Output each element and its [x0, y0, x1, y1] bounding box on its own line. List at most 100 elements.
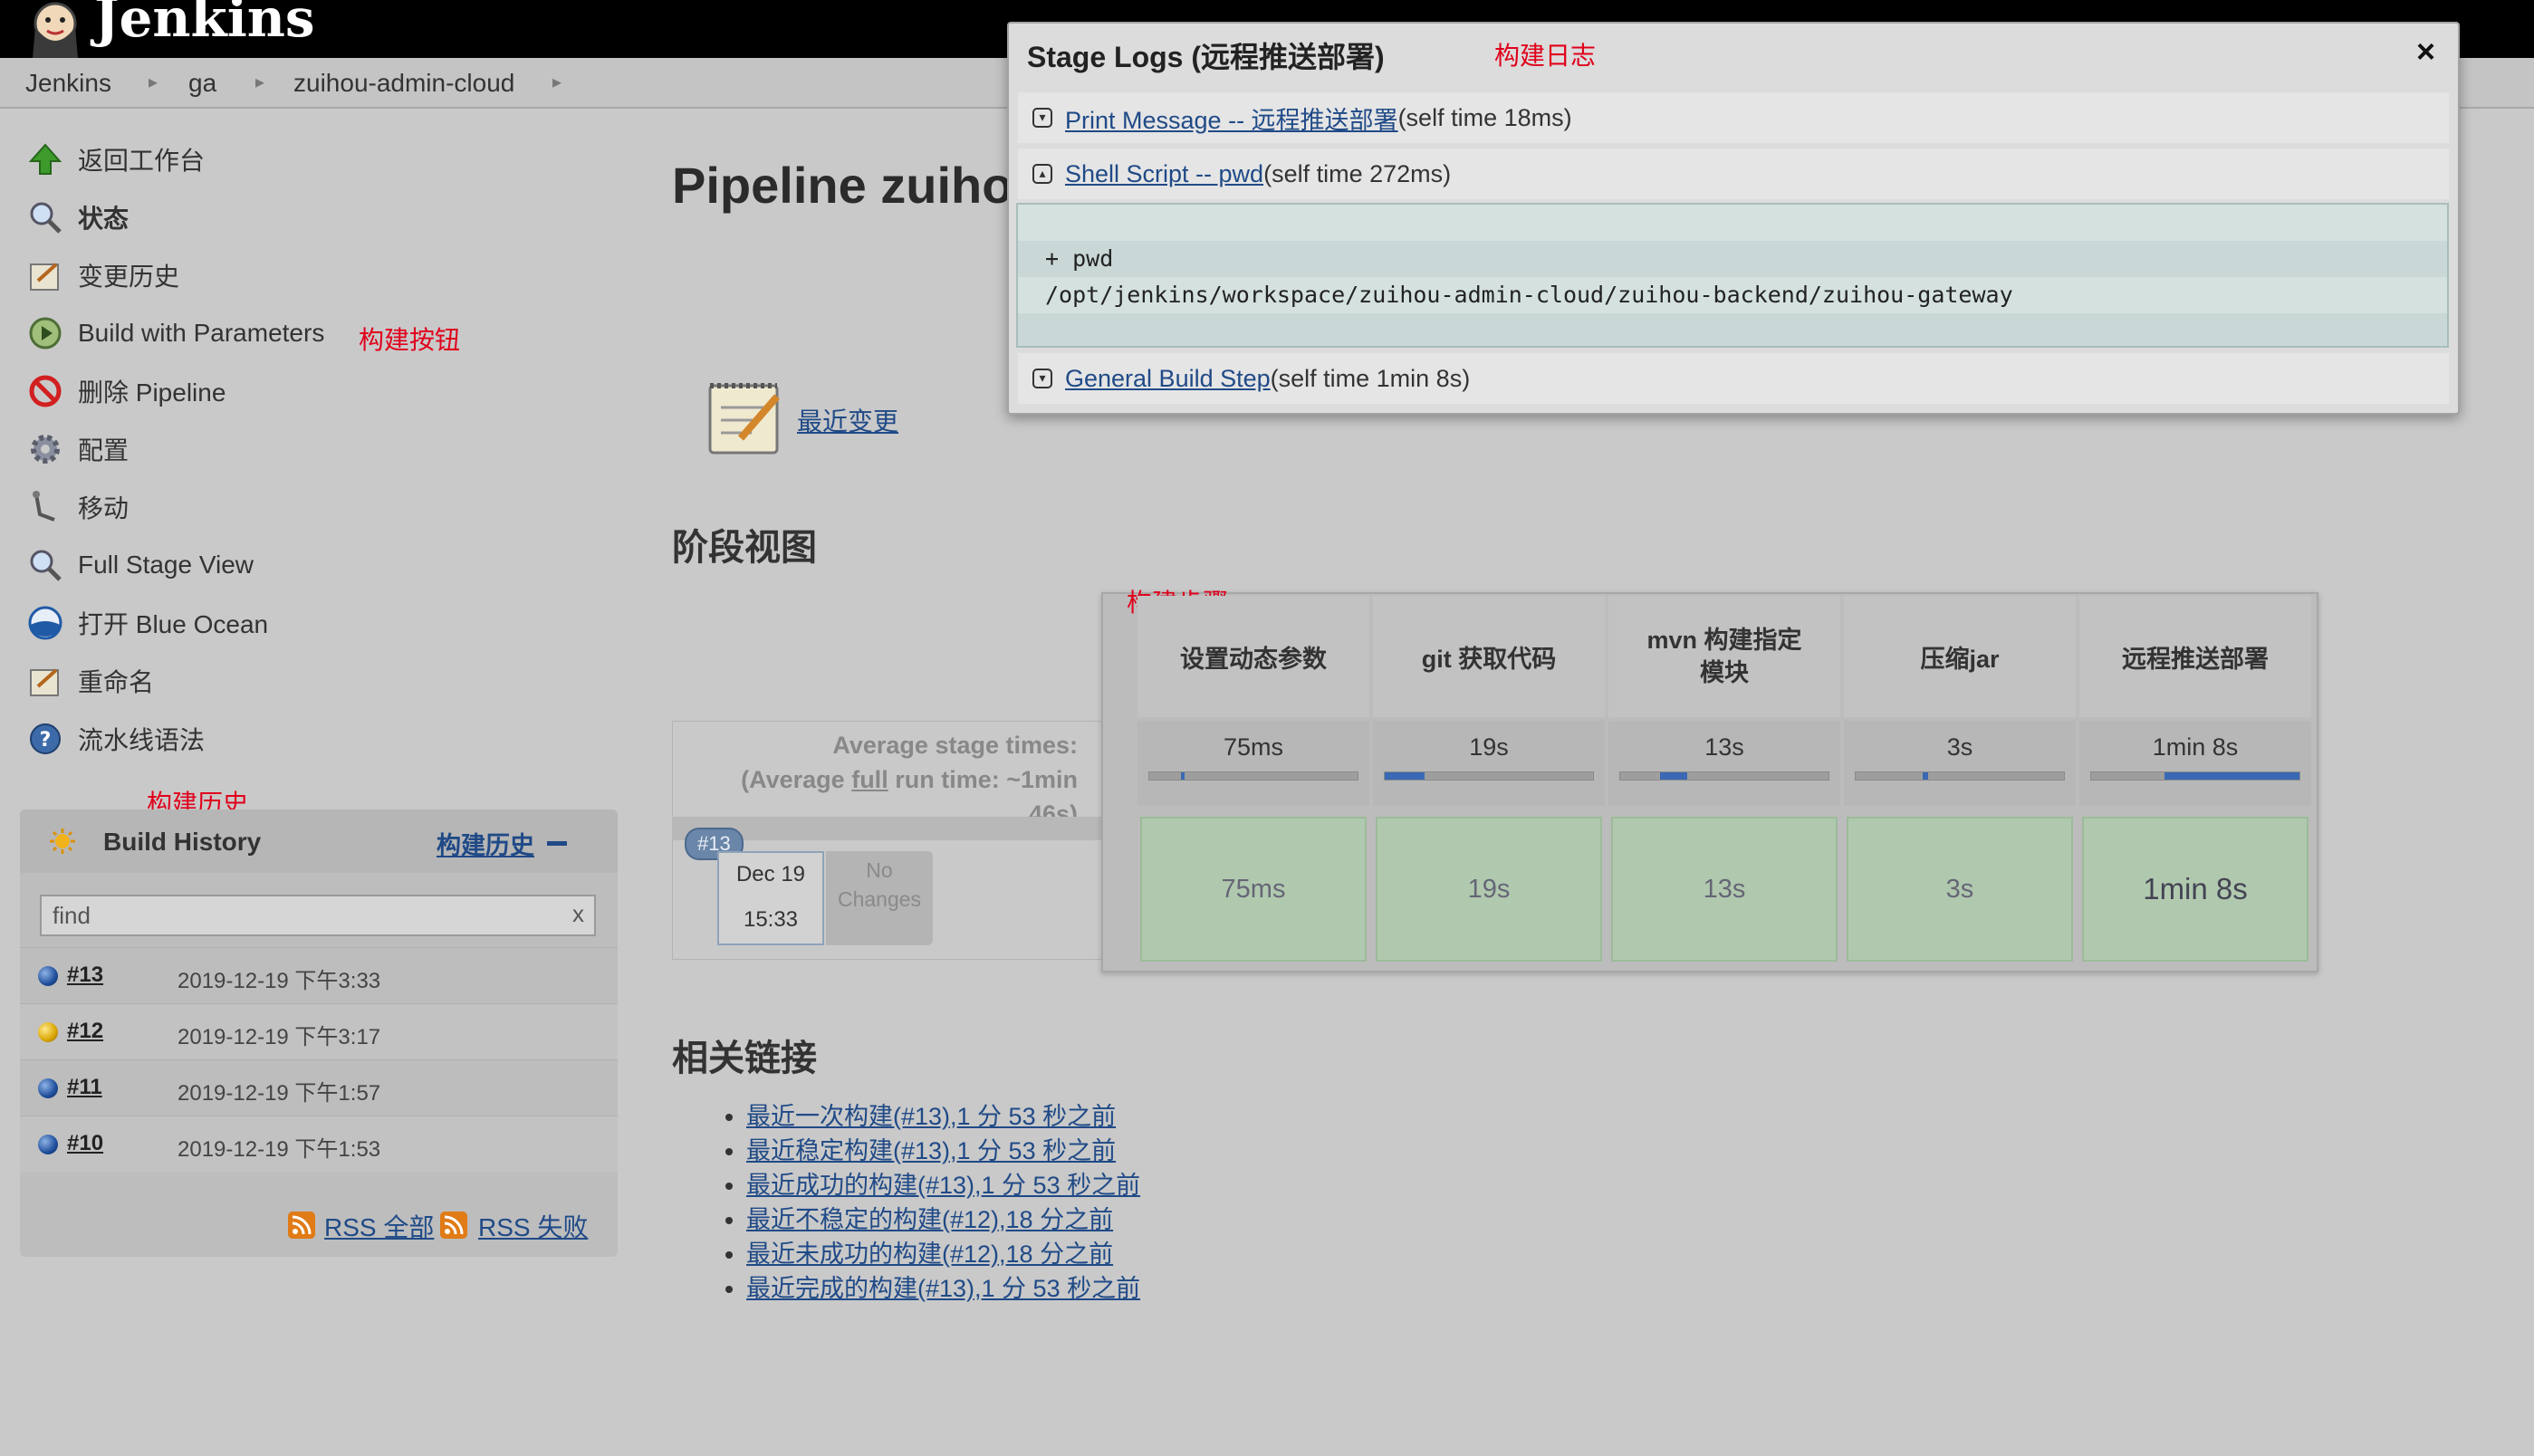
build-time: 2019-12-19 下午1:53 — [178, 1137, 381, 1162]
app-title[interactable]: Jenkins — [94, 0, 315, 49]
log-step-time: (self time 1min 8s) — [1270, 364, 1471, 392]
related-links-list: 最近一次构建(#13),1 分 53 秒之前 最近稳定构建(#13),1 分 5… — [710, 1099, 1140, 1306]
build-search-input[interactable]: find — [40, 895, 596, 936]
build-row[interactable]: #13 2019-12-19 下午3:33 — [20, 947, 618, 1004]
stage-cell[interactable]: 19s — [1376, 817, 1602, 962]
sidebar-item-blue-ocean[interactable]: 打开 Blue Ocean — [25, 598, 268, 648]
full-run-link[interactable]: full — [851, 766, 888, 793]
close-icon[interactable]: × — [2416, 33, 2435, 71]
build-history-trend-link[interactable]: 构建历史 — [437, 826, 534, 861]
breadcrumb-chevron-icon[interactable]: ▸ — [149, 71, 158, 93]
console-output[interactable]: + pwd /opt/jenkins/workspace/zuihou-admi… — [1016, 203, 2449, 348]
collapse-icon[interactable] — [547, 841, 567, 846]
recent-changes-link[interactable]: 最近变更 — [797, 402, 898, 438]
stage-avg-time: 75ms — [1137, 721, 1369, 806]
sidebar-item-label: 打开 Blue Ocean — [78, 610, 269, 638]
page-title: Pipeline zuiho — [672, 157, 1013, 214]
sidebar-item-back-dashboard[interactable]: 返回工作台 — [25, 134, 205, 185]
breadcrumb-chevron-icon[interactable]: ▸ — [255, 71, 264, 93]
list-item: 最近未成功的构建(#12),18 分之前 — [746, 1237, 1140, 1271]
stage-cell[interactable]: 3s — [1847, 817, 2073, 962]
sidebar-item-label: 状态 — [78, 205, 130, 233]
build-history-title: Build History — [103, 828, 262, 856]
build-number-link[interactable]: #11 — [67, 1075, 102, 1100]
sidebar-item-delete-pipeline[interactable]: 删除 Pipeline — [25, 366, 226, 417]
build-number-link[interactable]: #12 — [67, 1019, 103, 1044]
expand-toggle-icon[interactable]: ▾ — [1032, 369, 1052, 388]
build-number-link[interactable]: #13 — [67, 963, 103, 988]
stage-progress-bar — [1619, 771, 1829, 781]
build-row[interactable]: #12 2019-12-19 下午3:17 — [20, 1003, 618, 1060]
sidebar-item-status[interactable]: 状态 — [25, 192, 129, 243]
log-step-link[interactable]: General Build Step — [1065, 365, 1271, 393]
stage-header: git 获取代码 — [1373, 596, 1605, 717]
build-row[interactable]: #10 2019-12-19 下午1:53 — [20, 1116, 618, 1173]
sidebar-item-rename[interactable]: 重命名 — [25, 656, 154, 706]
clock-play-icon — [25, 313, 65, 353]
stage-avg-time: 3s — [1844, 721, 2076, 806]
rss-all-link[interactable]: RSS 全部 — [324, 1208, 434, 1244]
avg-run-time-label: (Average full run time: ~1min — [741, 766, 1078, 793]
collapse-toggle-icon[interactable]: ▴ — [1032, 164, 1052, 184]
stage-avg-time: 1min 8s — [2079, 721, 2311, 806]
log-entry[interactable]: ▴ Shell Script -- pwd (self time 272ms) — [1018, 148, 2449, 199]
build-time: 2019-12-19 下午1:57 — [178, 1081, 381, 1106]
stage-cell-selected[interactable]: 1min 8s — [2082, 817, 2308, 962]
log-entry[interactable]: ▾ General Build Step (self time 1min 8s) — [1018, 353, 2449, 404]
related-links-heading: 相关链接 — [672, 1039, 817, 1078]
related-link[interactable]: 最近完成的构建(#13),1 分 53 秒之前 — [746, 1275, 1140, 1302]
stage-cell[interactable]: 75ms — [1140, 817, 1367, 962]
sidebar-item-configure[interactable]: 配置 — [25, 424, 129, 474]
stage-progress-bar — [2090, 771, 2300, 781]
notepad-icon — [25, 661, 65, 701]
annotation-build-button: 构建按钮 — [359, 326, 461, 354]
status-ball-icon — [38, 966, 58, 986]
jenkins-butler-icon[interactable] — [22, 0, 89, 58]
stage-progress-bar — [1855, 771, 2065, 781]
stage-header: 压缩jar — [1844, 596, 2076, 717]
breadcrumb-chevron-icon[interactable]: ▸ — [552, 71, 562, 93]
build-number-link[interactable]: #10 — [67, 1131, 103, 1156]
log-step-link[interactable]: Print Message -- 远程推送部署 — [1065, 101, 1398, 136]
log-step-time: (self time 272ms) — [1263, 159, 1452, 187]
related-link[interactable]: 最近未成功的构建(#12),18 分之前 — [746, 1240, 1113, 1268]
build-row[interactable]: #11 2019-12-19 下午1:57 — [20, 1059, 618, 1116]
move-arm-icon — [25, 487, 65, 527]
status-ball-icon — [38, 1135, 58, 1154]
related-link[interactable]: 最近一次构建(#13),1 分 53 秒之前 — [746, 1103, 1116, 1130]
no-entry-icon — [25, 371, 65, 411]
sidebar-item-full-stage-view[interactable]: Full Stage View — [25, 540, 254, 590]
breadcrumb-ga[interactable]: ga — [188, 69, 216, 98]
sidebar-item-label: Full Stage View — [78, 551, 254, 579]
stage-header: mvn 构建指定模块 — [1608, 596, 1840, 717]
expand-toggle-icon[interactable]: ▾ — [1032, 108, 1052, 128]
sidebar-item-label: 删除 Pipeline — [78, 378, 226, 407]
list-item: 最近成功的构建(#13),1 分 53 秒之前 — [746, 1168, 1140, 1202]
related-link[interactable]: 最近成功的构建(#13),1 分 53 秒之前 — [746, 1172, 1140, 1199]
notepad-icon — [25, 255, 65, 295]
blue-ocean-icon — [25, 603, 65, 643]
stage-header: 设置动态参数 — [1137, 596, 1369, 717]
sidebar-item-move[interactable]: 移动 — [25, 482, 129, 532]
sidebar-item-changes[interactable]: 变更历史 — [25, 250, 179, 301]
stage-cell[interactable]: 13s — [1611, 817, 1838, 962]
breadcrumb-project[interactable]: zuihou-admin-cloud — [293, 69, 514, 98]
log-entry[interactable]: ▾ Print Message -- 远程推送部署 (self time 18m… — [1018, 92, 2449, 143]
sidebar-item-label: 配置 — [78, 436, 130, 465]
build-time: 2019-12-19 下午3:17 — [178, 1025, 381, 1049]
log-step-link[interactable]: Shell Script -- pwd — [1065, 160, 1263, 188]
no-changes-label: No — [866, 858, 893, 882]
stage-view-heading: 阶段视图 — [672, 528, 817, 568]
related-link[interactable]: 最近不稳定的构建(#12),18 分之前 — [746, 1206, 1113, 1233]
sidebar-item-build-with-parameters[interactable]: Build with Parameters — [25, 308, 324, 359]
related-link[interactable]: 最近稳定构建(#13),1 分 53 秒之前 — [746, 1137, 1116, 1164]
clear-search-button[interactable]: x — [572, 900, 584, 928]
list-item: 最近完成的构建(#13),1 分 53 秒之前 — [746, 1271, 1140, 1306]
run-time: 15:33 — [743, 907, 799, 932]
sidebar-item-pipeline-syntax[interactable]: ? 流水线语法 — [25, 714, 205, 764]
breadcrumb-jenkins[interactable]: Jenkins — [25, 69, 111, 98]
build-time: 2019-12-19 下午3:33 — [178, 969, 381, 993]
rss-fail-link[interactable]: RSS 失败 — [478, 1208, 588, 1244]
stage-header: 远程推送部署 — [2079, 596, 2311, 717]
rss-icon — [288, 1212, 315, 1243]
